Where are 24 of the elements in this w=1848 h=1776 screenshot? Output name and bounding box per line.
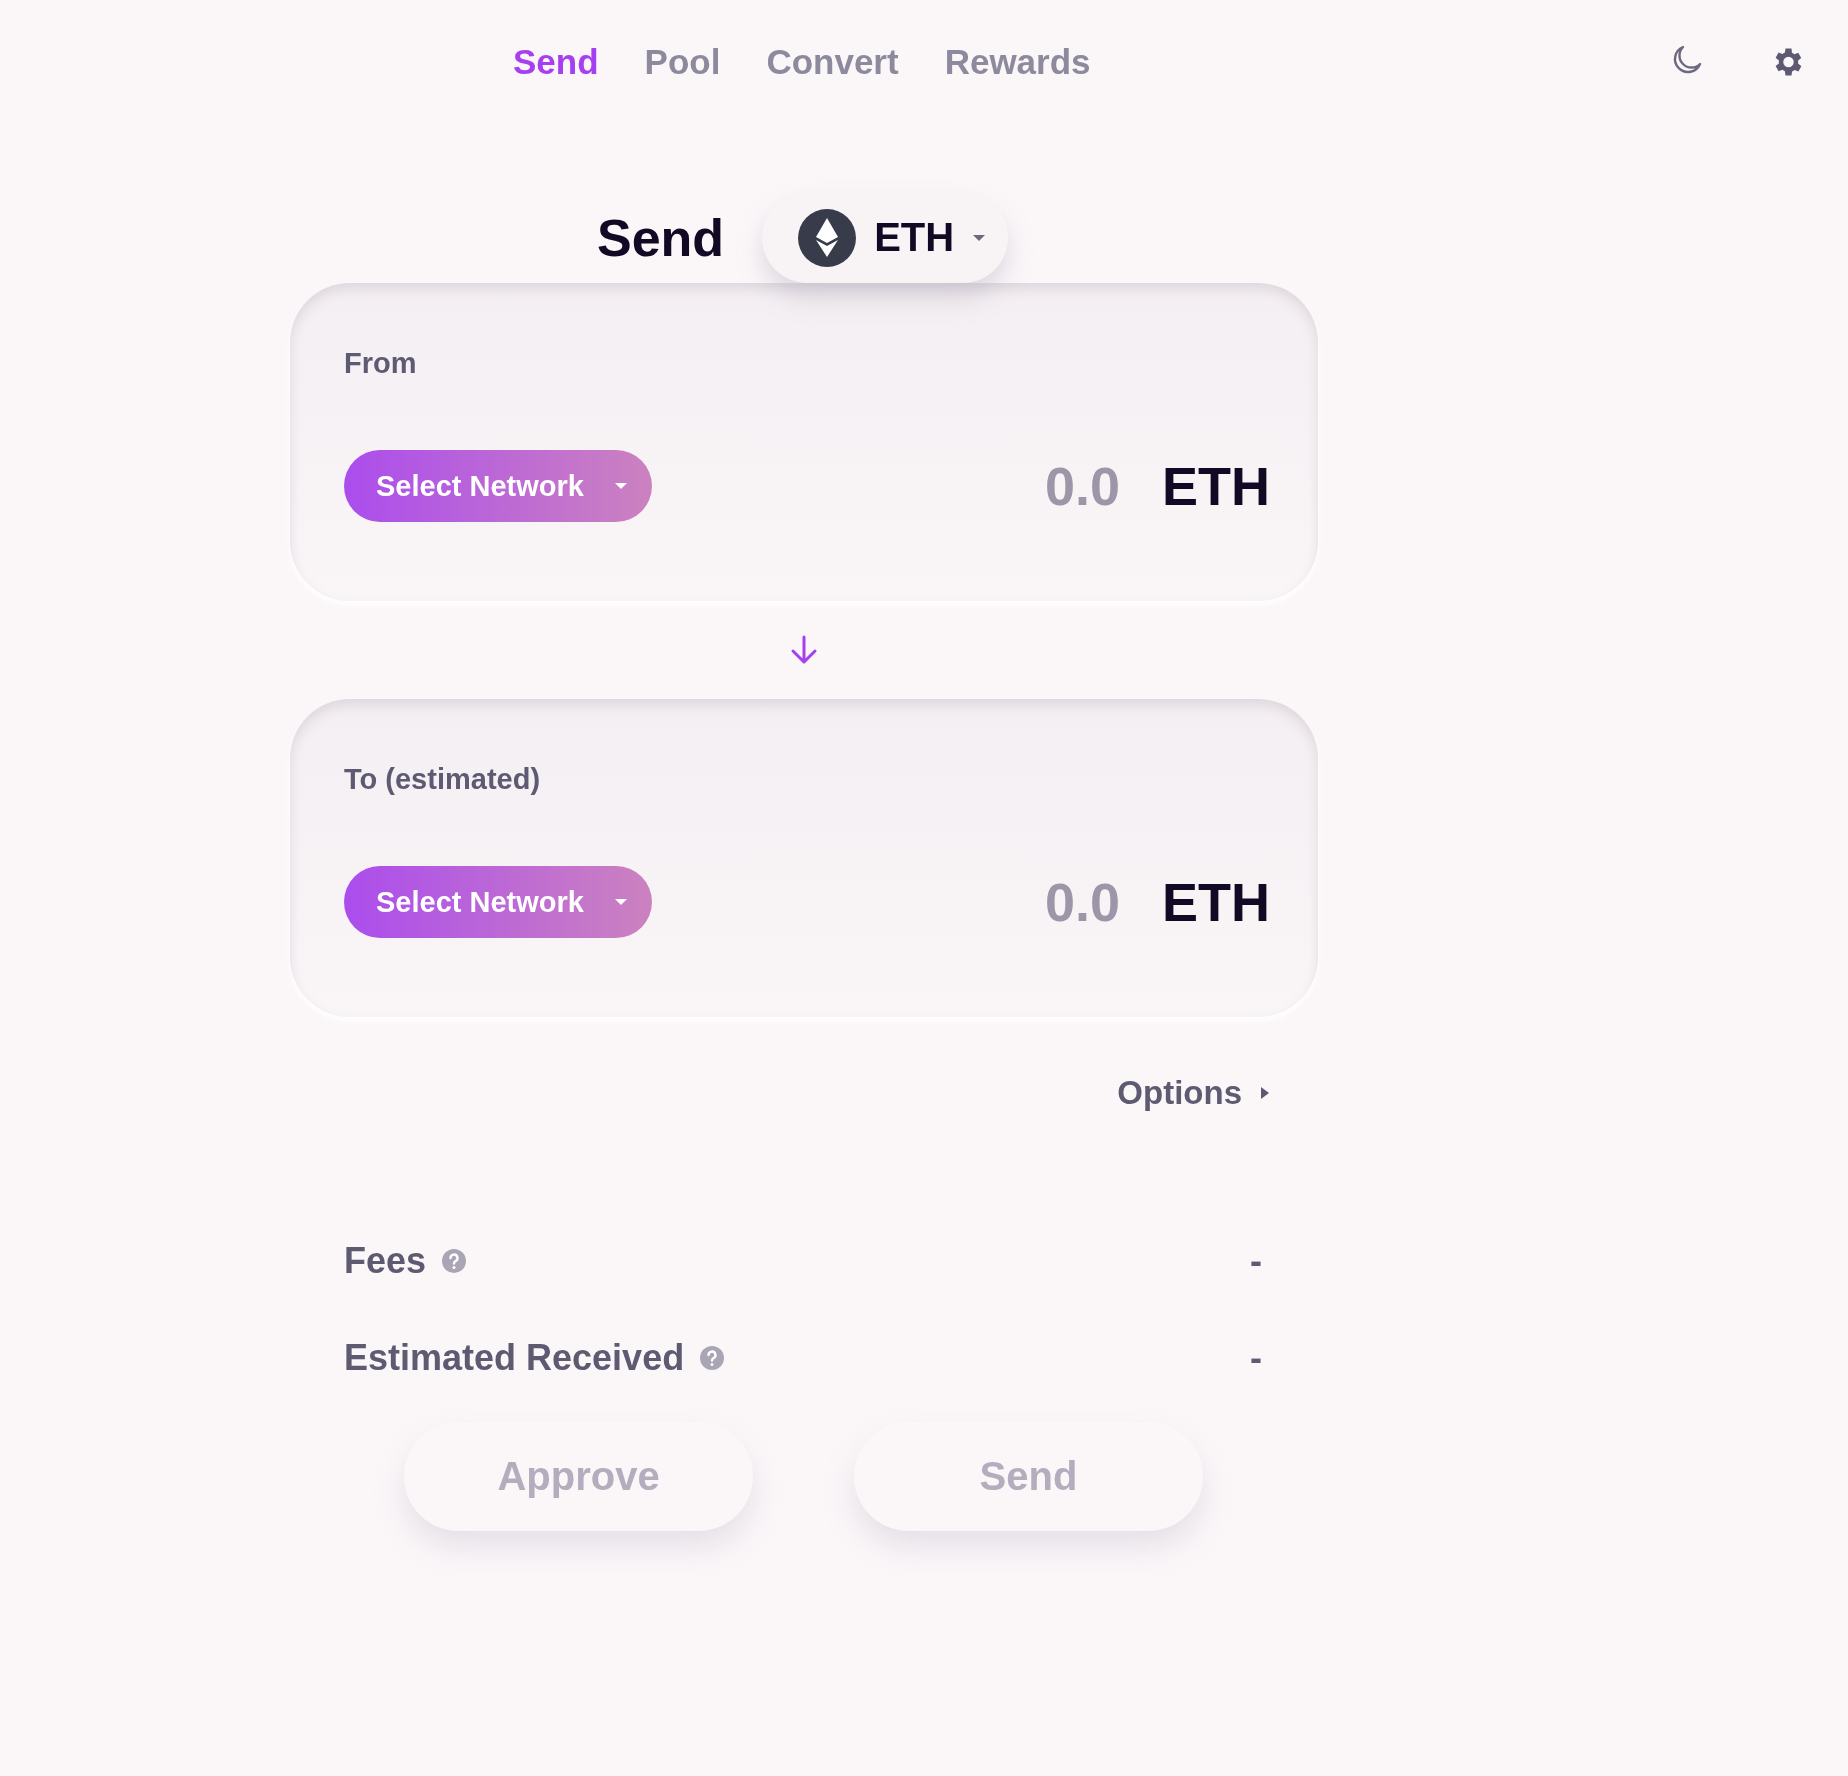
detail-label: Fees xyxy=(344,1240,427,1282)
card-label: From xyxy=(344,346,418,380)
caret-icon xyxy=(613,898,628,906)
page-title: Send xyxy=(597,207,725,268)
caret-icon xyxy=(972,233,987,242)
detail-label: Estimated Received xyxy=(344,1337,685,1379)
nav-tab[interactable]: Convert xyxy=(766,42,899,82)
token-symbol: ETH xyxy=(1162,455,1270,517)
nav-tab[interactable]: Pool xyxy=(644,42,721,82)
token-symbol: ETH xyxy=(1162,871,1270,933)
select-network-button[interactable]: Select Network xyxy=(344,866,652,938)
card-label: To (estimated) xyxy=(344,762,542,796)
nav-tab[interactable]: Rewards xyxy=(944,42,1091,82)
ethereum-icon xyxy=(798,208,857,267)
amount-value: 0.0 xyxy=(1044,455,1120,517)
amount-value: 0.0 xyxy=(1044,871,1120,933)
detail-value: - xyxy=(1250,1240,1262,1282)
caret-icon xyxy=(1260,1086,1270,1100)
detail-value: - xyxy=(1250,1337,1262,1379)
select-network-button[interactable]: Select Network xyxy=(344,450,652,522)
token-selector[interactable]: ETH xyxy=(762,192,1009,283)
options-toggle[interactable]: Options xyxy=(1117,1073,1270,1113)
caret-icon xyxy=(613,482,628,490)
nav-tab[interactable]: Send xyxy=(513,42,599,82)
